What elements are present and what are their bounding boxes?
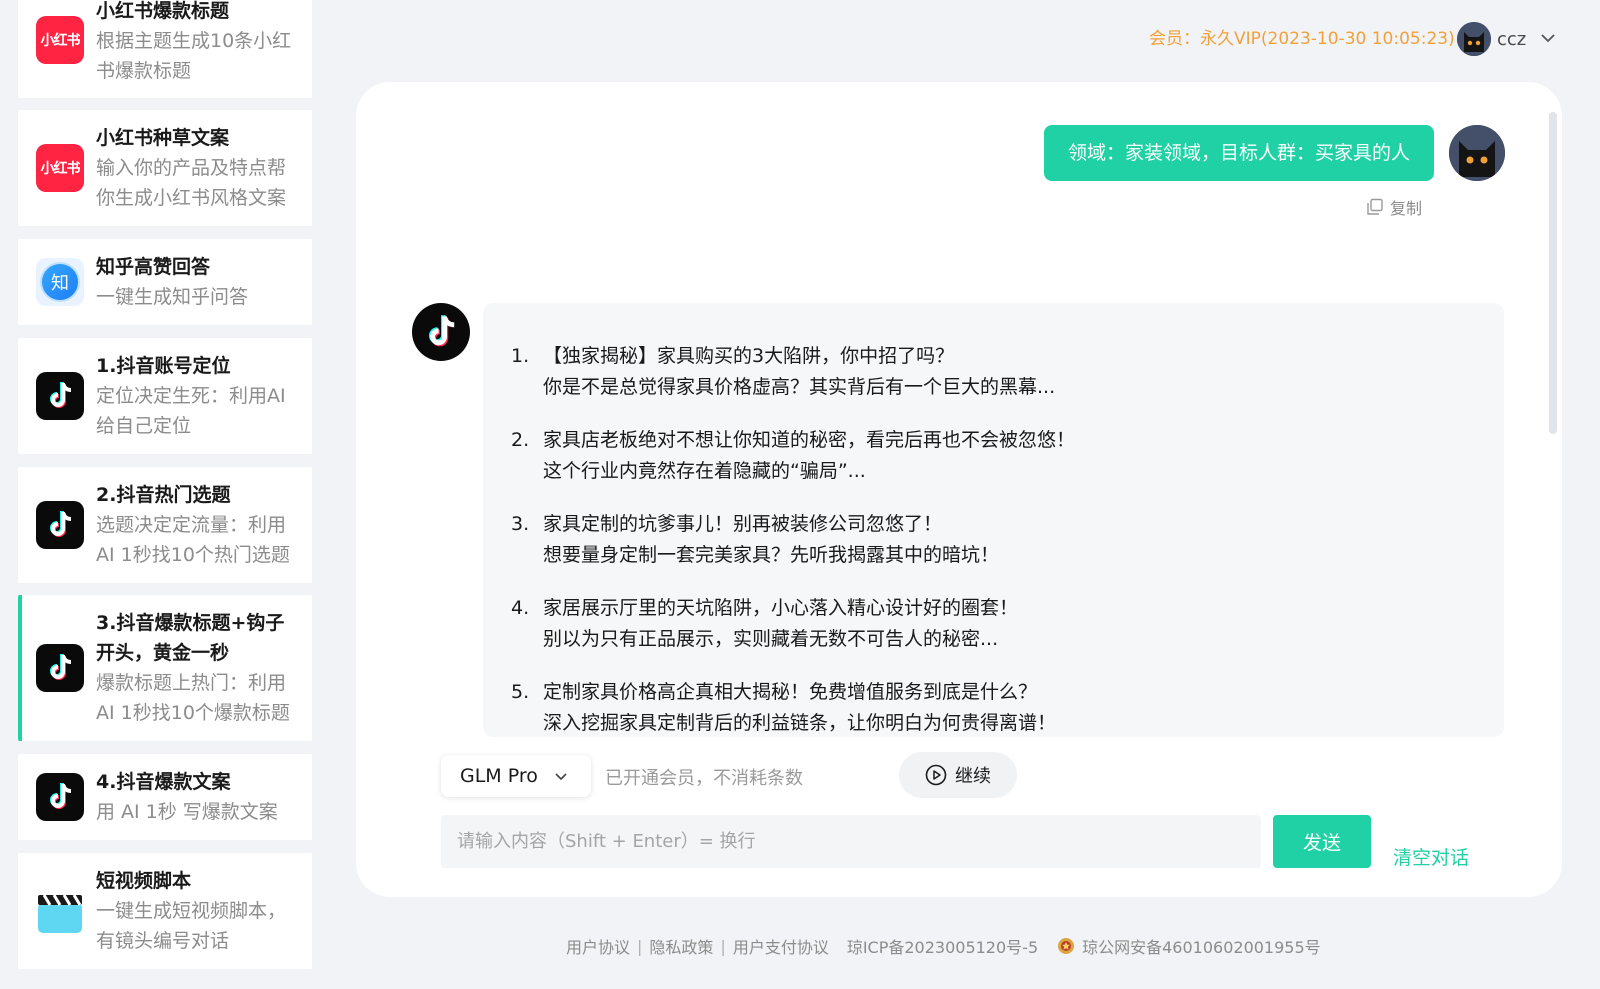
tiktok-icon <box>36 501 84 549</box>
copy-icon <box>1367 198 1383 215</box>
police-record-link[interactable]: 琼公网安备46010602001955号 <box>1082 934 1321 958</box>
list-item: 5. 定制家具价格高企真相大揭秘！免费增值服务到底是什么？ 深入挖掘家具定制背后… <box>511 681 1057 734</box>
tool-desc: 用 AI 1秒 写爆款文案 <box>96 801 278 823</box>
user-agreement-link[interactable]: 用户协议 <box>566 934 630 958</box>
zhihu-icon: 知 <box>36 258 84 306</box>
tool-desc: 选题决定定流量：利用AI 1秒找10个热门选题 <box>96 514 290 566</box>
tool-desc: 输入你的产品及特点帮你生成小红书风格文案 <box>96 157 287 209</box>
username[interactable]: ccz <box>1497 29 1526 50</box>
tool-desc: 一键生成短视频脚本，有镜头编号对话 <box>96 900 287 952</box>
tool-desc: 爆款标题上热门：利用AI 1秒找10个爆款标题 <box>96 672 290 724</box>
bot-message: 1. 【独家揭秘】家具购买的3大陷阱，你中招了吗？ 你是不是总觉得家具价格虚高？… <box>483 303 1504 737</box>
tool-title: 4.抖音爆款文案 <box>96 771 231 793</box>
tool-desc: 定位决定生死：利用AI给自己定位 <box>96 385 286 437</box>
police-badge-icon <box>1056 936 1076 956</box>
tiktok-icon <box>429 315 455 347</box>
tool-card-douyin-titles[interactable]: 3.抖音爆款标题+钩子开头，黄金一秒 爆款标题上热门：利用AI 1秒找10个爆款… <box>18 595 312 741</box>
clapperboard-icon <box>36 887 84 935</box>
avatar[interactable] <box>1457 22 1491 56</box>
tool-title: 小红书爆款标题 <box>96 0 230 22</box>
chevron-down-icon <box>555 773 567 781</box>
sidebar: 小红书 小红书爆款标题 根据主题生成10条小红书爆款标题 小红书 小红书种草文案… <box>0 0 336 989</box>
member-note: 已开通会员，不消耗条数 <box>605 768 803 789</box>
xiaohongshu-icon: 小红书 <box>36 16 84 64</box>
tool-card-douyin-topics[interactable]: 2.抖音热门选题 选题决定定流量：利用AI 1秒找10个热门选题 <box>18 467 312 583</box>
tiktok-icon <box>36 372 84 420</box>
continue-button[interactable]: 继续 <box>899 752 1017 798</box>
scrollbar[interactable] <box>1549 112 1557 434</box>
divider: | <box>720 936 726 956</box>
tool-card-zhihu[interactable]: 知 知乎高赞回答 一键生成知乎问答 <box>18 239 312 325</box>
user-message: 领域：家装领域，目标人群：买家具的人 <box>1044 125 1434 181</box>
icp-link[interactable]: 琼ICP备2023005120号-5 <box>847 934 1038 958</box>
tool-card-douyin-positioning[interactable]: 1.抖音账号定位 定位决定生死：利用AI给自己定位 <box>18 338 312 454</box>
bot-avatar <box>412 303 470 361</box>
xiaohongshu-icon: 小红书 <box>36 144 84 192</box>
tool-card-xhs-copy[interactable]: 小红书 小红书种草文案 输入你的产品及特点帮你生成小红书风格文案 <box>18 110 312 226</box>
tool-desc: 一键生成知乎问答 <box>96 286 249 308</box>
divider: | <box>637 936 643 956</box>
list-item: 1. 【独家揭秘】家具购买的3大陷阱，你中招了吗？ 你是不是总觉得家具价格虚高？… <box>511 345 1056 398</box>
list-item: 2. 家具店老板绝对不想让你知道的秘密，看完后再也不会被忽悠！ 这个行业内竟然存… <box>511 429 1076 482</box>
footer: 用户协议 | 隐私政策 | 用户支付协议 琼ICP备2023005120号-5 … <box>566 934 1321 958</box>
cat-avatar-icon <box>1449 125 1505 181</box>
tool-title: 小红书种草文案 <box>96 127 230 149</box>
tool-title: 知乎高赞回答 <box>96 256 211 278</box>
tool-title: 2.抖音热门选题 <box>96 484 231 506</box>
list-item: 4. 家居展示厅里的天坑陷阱，小心落入精心设计好的圈套！ 别以为只有正品展示，实… <box>511 597 1019 650</box>
tool-title: 短视频脚本 <box>96 870 192 892</box>
user-message-avatar <box>1449 125 1505 181</box>
privacy-link[interactable]: 隐私政策 <box>649 934 713 958</box>
vip-status: 会员：永久VIP(2023-10-30 10:05:23) <box>1149 29 1455 49</box>
list-item: 3. 家具定制的坑爹事儿！别再被装修公司忽悠了！ 想要量身定制一套完美家具？先听… <box>511 513 1000 566</box>
tool-title: 3.抖音爆款标题+钩子开头，黄金一秒 <box>96 612 285 664</box>
tool-card-xhs-title[interactable]: 小红书 小红书爆款标题 根据主题生成10条小红书爆款标题 <box>18 0 312 98</box>
chat-input[interactable] <box>441 815 1261 868</box>
tiktok-icon <box>36 644 84 692</box>
cat-avatar-icon <box>1457 22 1491 56</box>
tool-desc: 根据主题生成10条小红书爆款标题 <box>96 30 292 82</box>
tool-title: 1.抖音账号定位 <box>96 355 231 377</box>
model-select[interactable]: GLM Pro <box>441 755 591 797</box>
tiktok-icon <box>36 773 84 821</box>
send-button[interactable]: 发送 <box>1273 815 1371 868</box>
copy-button[interactable]: 复制 <box>1366 195 1422 219</box>
tool-card-douyin-copy[interactable]: 4.抖音爆款文案 用 AI 1秒 写爆款文案 <box>18 754 312 840</box>
payment-agreement-link[interactable]: 用户支付协议 <box>733 934 829 958</box>
play-circle-icon <box>925 764 947 786</box>
tool-card-video-script[interactable]: 短视频脚本 一键生成短视频脚本，有镜头编号对话 <box>18 853 312 969</box>
chevron-down-icon[interactable] <box>1540 30 1556 50</box>
clear-chat-link[interactable]: 清空对话 <box>1393 843 1469 870</box>
